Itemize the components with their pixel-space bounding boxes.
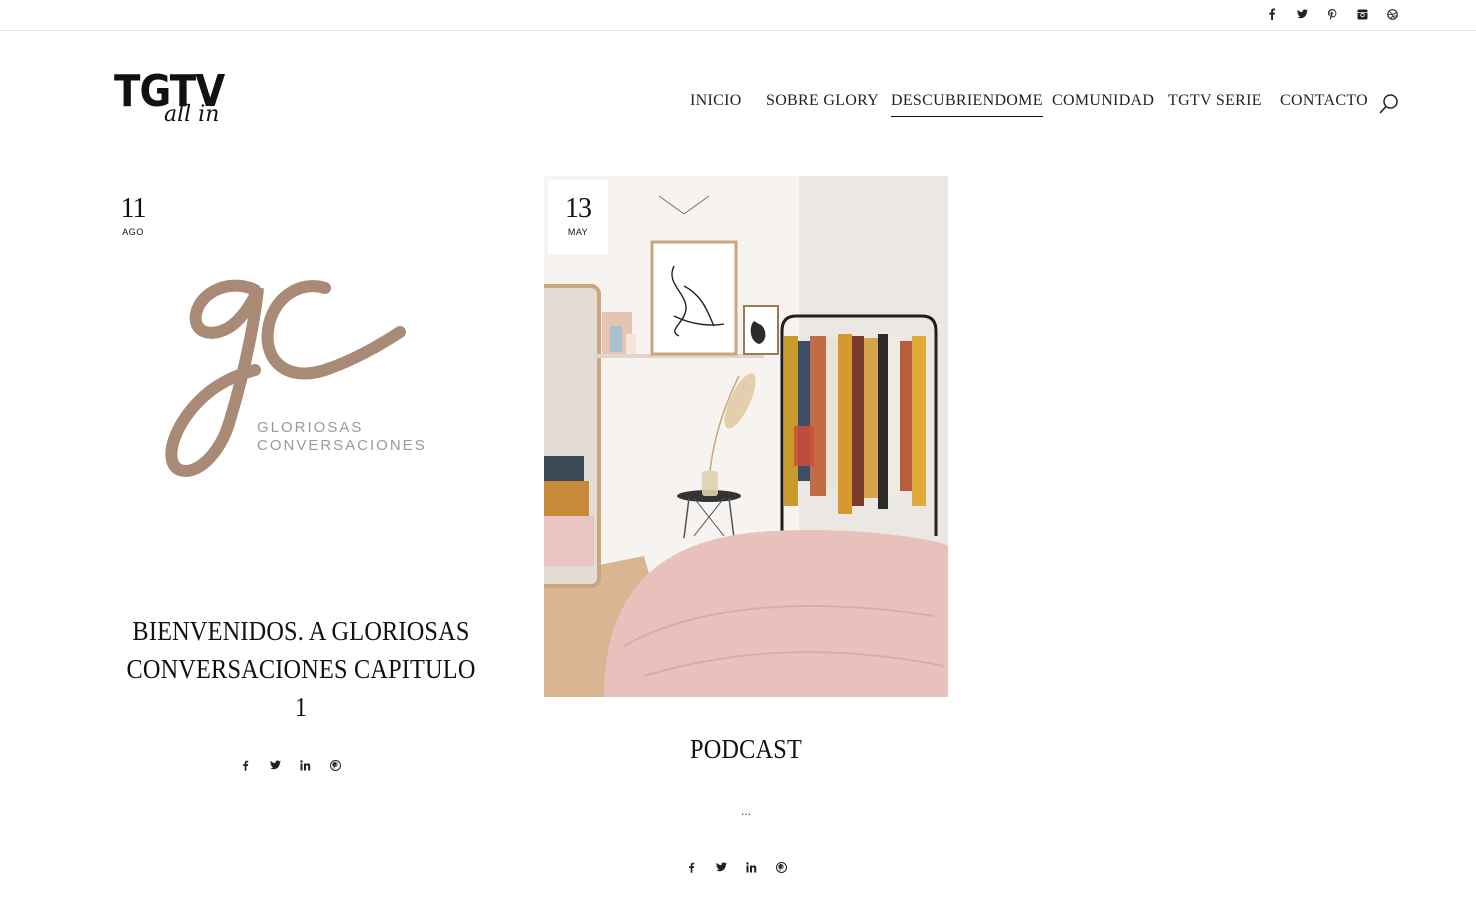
twitter-icon[interactable] (714, 862, 728, 875)
post-excerpt: ... (740, 804, 751, 818)
facebook-icon[interactable] (684, 862, 698, 876)
linkedin-icon[interactable] (744, 862, 758, 876)
post-date-month: MAY (567, 227, 589, 237)
top-social-links (1264, 7, 1400, 21)
linkedin-icon[interactable] (298, 760, 312, 774)
pinterest-icon[interactable] (1324, 7, 1340, 21)
post-date-badge: 13 MAY (548, 180, 608, 254)
main-nav: INICIO SOBRE GLORY DESCUBRIENDOME COMUNI… (0, 92, 1476, 122)
dribbble-icon[interactable] (1384, 7, 1400, 21)
nav-item-sobre-glory[interactable]: SOBRE GLORY (766, 92, 879, 116)
gc-logo-line2: CONVERSACIONES (257, 437, 427, 454)
post-title-podcast[interactable]: PODCAST (564, 730, 928, 768)
pinterest-icon[interactable] (774, 862, 788, 876)
nav-item-tgtv-serie[interactable]: TGTV SERIE (1168, 92, 1262, 116)
facebook-icon[interactable] (1264, 7, 1280, 21)
pinterest-icon[interactable] (328, 760, 342, 774)
post-date-day: 13 (565, 193, 592, 224)
nav-item-descubriendome[interactable]: DESCUBRIENDOME (891, 92, 1043, 117)
twitter-icon[interactable] (268, 760, 282, 773)
instagram-icon[interactable] (1354, 7, 1370, 21)
post-date-badge: 11 AGO (103, 180, 163, 254)
post-title-line-2: CONVERSACIONES CAPITULO 1 (126, 654, 476, 722)
post-date-month: AGO (122, 227, 144, 237)
twitter-icon[interactable] (1294, 7, 1310, 21)
nav-item-contacto[interactable]: CONTACTO (1280, 92, 1368, 116)
podcast-post-image[interactable] (544, 176, 948, 697)
post-title-gloriosas[interactable]: BIENVENIDOS. A GLORIOSAS CONVERSACIONES … (123, 612, 479, 726)
nav-item-comunidad[interactable]: COMUNIDAD (1052, 92, 1154, 116)
search-icon[interactable] (1378, 93, 1400, 115)
top-bar (0, 0, 1476, 31)
post-date-day: 11 (120, 193, 147, 224)
gloriosas-conversaciones-logo-image[interactable]: GLORIOSAS CONVERSACIONES (160, 270, 450, 490)
gc-logo-line1: GLORIOSAS (257, 419, 363, 436)
facebook-icon[interactable] (238, 760, 252, 774)
nav-item-inicio[interactable]: INICIO (690, 92, 742, 116)
post-title-line-1: BIENVENIDOS. A GLORIOSAS (132, 616, 470, 646)
